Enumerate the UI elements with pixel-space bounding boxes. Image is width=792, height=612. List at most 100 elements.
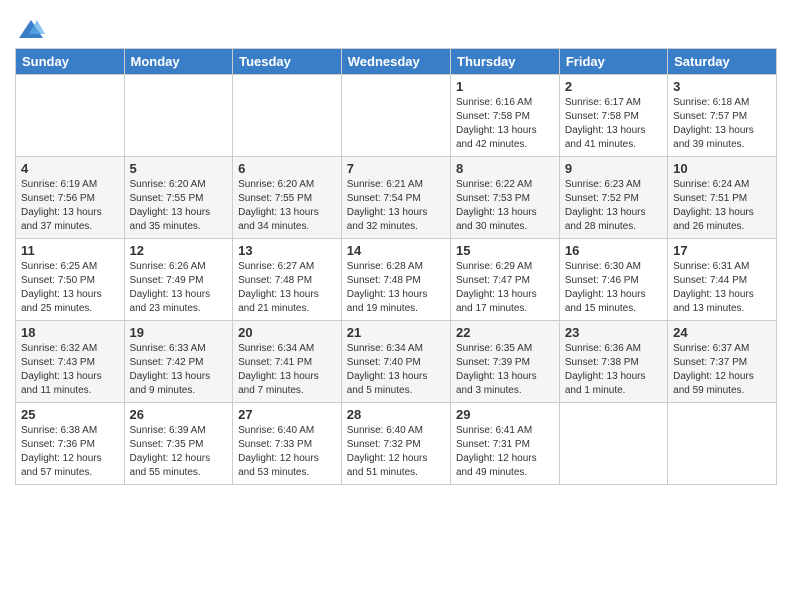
calendar-week-4: 18 Sunrise: 6:32 AM Sunset: 7:43 PM Dayli… [16, 321, 777, 403]
calendar-cell: 13 Sunrise: 6:27 AM Sunset: 7:48 PM Dayli… [233, 239, 342, 321]
day-info: Sunrise: 6:29 AM Sunset: 7:47 PM Dayligh… [456, 260, 554, 316]
calendar-cell: 29 Sunrise: 6:41 AM Sunset: 7:31 PM Dayli… [451, 403, 560, 485]
day-number: 9 [565, 161, 662, 176]
calendar-cell [16, 75, 125, 157]
logo [15, 18, 45, 42]
day-info: Sunrise: 6:39 AM Sunset: 7:35 PM Dayligh… [130, 424, 228, 480]
day-number: 29 [456, 407, 554, 422]
day-info: Sunrise: 6:36 AM Sunset: 7:38 PM Dayligh… [565, 342, 662, 398]
day-number: 1 [456, 79, 554, 94]
day-info: Sunrise: 6:37 AM Sunset: 7:37 PM Dayligh… [673, 342, 771, 398]
day-info: Sunrise: 6:31 AM Sunset: 7:44 PM Dayligh… [673, 260, 771, 316]
calendar-cell: 24 Sunrise: 6:37 AM Sunset: 7:37 PM Dayli… [668, 321, 777, 403]
calendar-cell: 3 Sunrise: 6:18 AM Sunset: 7:57 PM Daylig… [668, 75, 777, 157]
calendar-cell: 14Sunrise: 6:28 AM Sunset: 7:48 PM Dayli… [341, 239, 450, 321]
day-info: Sunrise: 6:32 AM Sunset: 7:43 PM Dayligh… [21, 342, 119, 398]
day-number: 26 [130, 407, 228, 422]
day-info: Sunrise: 6:35 AM Sunset: 7:39 PM Dayligh… [456, 342, 554, 398]
calendar-cell: 17 Sunrise: 6:31 AM Sunset: 7:44 PM Dayli… [668, 239, 777, 321]
calendar-header-row: SundayMondayTuesdayWednesdayThursdayFrid… [16, 49, 777, 75]
calendar-cell [233, 75, 342, 157]
day-number: 5 [130, 161, 228, 176]
day-number: 7 [347, 161, 445, 176]
day-header-tuesday: Tuesday [233, 49, 342, 75]
calendar-cell: 19 Sunrise: 6:33 AM Sunset: 7:42 PM Dayli… [124, 321, 233, 403]
day-number: 18 [21, 325, 119, 340]
day-info: Sunrise: 6:38 AM Sunset: 7:36 PM Dayligh… [21, 424, 119, 480]
calendar-week-2: 4Sunrise: 6:19 AM Sunset: 7:56 PM Daylig… [16, 157, 777, 239]
day-info: Sunrise: 6:23 AM Sunset: 7:52 PM Dayligh… [565, 178, 662, 234]
calendar-cell: 16 Sunrise: 6:30 AM Sunset: 7:46 PM Dayli… [559, 239, 667, 321]
calendar-cell: 8 Sunrise: 6:22 AM Sunset: 7:53 PM Daylig… [451, 157, 560, 239]
calendar-cell: 18 Sunrise: 6:32 AM Sunset: 7:43 PM Dayli… [16, 321, 125, 403]
day-number: 20 [238, 325, 336, 340]
calendar-cell [341, 75, 450, 157]
day-info: Sunrise: 6:40 AM Sunset: 7:33 PM Dayligh… [238, 424, 336, 480]
day-info: Sunrise: 6:18 AM Sunset: 7:57 PM Dayligh… [673, 96, 771, 152]
calendar-cell: 15 Sunrise: 6:29 AM Sunset: 7:47 PM Dayli… [451, 239, 560, 321]
calendar-cell [668, 403, 777, 485]
day-info: Sunrise: 6:30 AM Sunset: 7:46 PM Dayligh… [565, 260, 662, 316]
day-info: Sunrise: 6:34 AM Sunset: 7:40 PM Dayligh… [347, 342, 445, 398]
day-header-wednesday: Wednesday [341, 49, 450, 75]
calendar-cell: 7 Sunrise: 6:21 AM Sunset: 7:54 PM Daylig… [341, 157, 450, 239]
calendar-cell: 1 Sunrise: 6:16 AM Sunset: 7:58 PM Daylig… [451, 75, 560, 157]
page-header [15, 10, 777, 42]
day-header-saturday: Saturday [668, 49, 777, 75]
calendar-cell: 21 Sunrise: 6:34 AM Sunset: 7:40 PM Dayli… [341, 321, 450, 403]
calendar-cell: 2 Sunrise: 6:17 AM Sunset: 7:58 PM Daylig… [559, 75, 667, 157]
day-header-thursday: Thursday [451, 49, 560, 75]
day-info: Sunrise: 6:25 AM Sunset: 7:50 PM Dayligh… [21, 260, 119, 316]
day-number: 25 [21, 407, 119, 422]
day-info: Sunrise: 6:33 AM Sunset: 7:42 PM Dayligh… [130, 342, 228, 398]
day-number: 13 [238, 243, 336, 258]
calendar-week-5: 25 Sunrise: 6:38 AM Sunset: 7:36 PM Dayli… [16, 403, 777, 485]
calendar-cell: 9 Sunrise: 6:23 AM Sunset: 7:52 PM Daylig… [559, 157, 667, 239]
day-info: Sunrise: 6:20 AM Sunset: 7:55 PM Dayligh… [130, 178, 228, 234]
calendar-week-3: 11Sunrise: 6:25 AM Sunset: 7:50 PM Dayli… [16, 239, 777, 321]
day-number: 22 [456, 325, 554, 340]
day-info: Sunrise: 6:41 AM Sunset: 7:31 PM Dayligh… [456, 424, 554, 480]
day-number: 24 [673, 325, 771, 340]
day-info: Sunrise: 6:17 AM Sunset: 7:58 PM Dayligh… [565, 96, 662, 152]
day-number: 16 [565, 243, 662, 258]
calendar-cell: 12Sunrise: 6:26 AM Sunset: 7:49 PM Dayli… [124, 239, 233, 321]
day-number: 19 [130, 325, 228, 340]
calendar-cell: 25 Sunrise: 6:38 AM Sunset: 7:36 PM Dayli… [16, 403, 125, 485]
day-info: Sunrise: 6:27 AM Sunset: 7:48 PM Dayligh… [238, 260, 336, 316]
day-number: 2 [565, 79, 662, 94]
calendar-cell: 4Sunrise: 6:19 AM Sunset: 7:56 PM Daylig… [16, 157, 125, 239]
day-info: Sunrise: 6:20 AM Sunset: 7:55 PM Dayligh… [238, 178, 336, 234]
day-number: 14 [347, 243, 445, 258]
day-number: 3 [673, 79, 771, 94]
day-info: Sunrise: 6:22 AM Sunset: 7:53 PM Dayligh… [456, 178, 554, 234]
day-number: 12 [130, 243, 228, 258]
logo-icon [17, 18, 45, 42]
day-number: 28 [347, 407, 445, 422]
day-header-friday: Friday [559, 49, 667, 75]
calendar-cell: 26 Sunrise: 6:39 AM Sunset: 7:35 PM Dayli… [124, 403, 233, 485]
calendar-body: 1 Sunrise: 6:16 AM Sunset: 7:58 PM Daylig… [16, 75, 777, 485]
calendar-cell: 5 Sunrise: 6:20 AM Sunset: 7:55 PM Daylig… [124, 157, 233, 239]
calendar-cell: 6 Sunrise: 6:20 AM Sunset: 7:55 PM Daylig… [233, 157, 342, 239]
day-number: 17 [673, 243, 771, 258]
day-number: 10 [673, 161, 771, 176]
day-info: Sunrise: 6:40 AM Sunset: 7:32 PM Dayligh… [347, 424, 445, 480]
calendar-week-1: 1 Sunrise: 6:16 AM Sunset: 7:58 PM Daylig… [16, 75, 777, 157]
calendar-cell [559, 403, 667, 485]
day-info: Sunrise: 6:19 AM Sunset: 7:56 PM Dayligh… [21, 178, 119, 234]
calendar-cell: 23 Sunrise: 6:36 AM Sunset: 7:38 PM Dayli… [559, 321, 667, 403]
day-number: 6 [238, 161, 336, 176]
day-number: 8 [456, 161, 554, 176]
calendar-cell: 22 Sunrise: 6:35 AM Sunset: 7:39 PM Dayli… [451, 321, 560, 403]
day-number: 21 [347, 325, 445, 340]
day-header-sunday: Sunday [16, 49, 125, 75]
day-number: 23 [565, 325, 662, 340]
day-info: Sunrise: 6:16 AM Sunset: 7:58 PM Dayligh… [456, 96, 554, 152]
day-number: 27 [238, 407, 336, 422]
day-info: Sunrise: 6:21 AM Sunset: 7:54 PM Dayligh… [347, 178, 445, 234]
calendar-cell: 10 Sunrise: 6:24 AM Sunset: 7:51 PM Dayli… [668, 157, 777, 239]
day-number: 15 [456, 243, 554, 258]
day-info: Sunrise: 6:24 AM Sunset: 7:51 PM Dayligh… [673, 178, 771, 234]
calendar-table: SundayMondayTuesdayWednesdayThursdayFrid… [15, 48, 777, 485]
